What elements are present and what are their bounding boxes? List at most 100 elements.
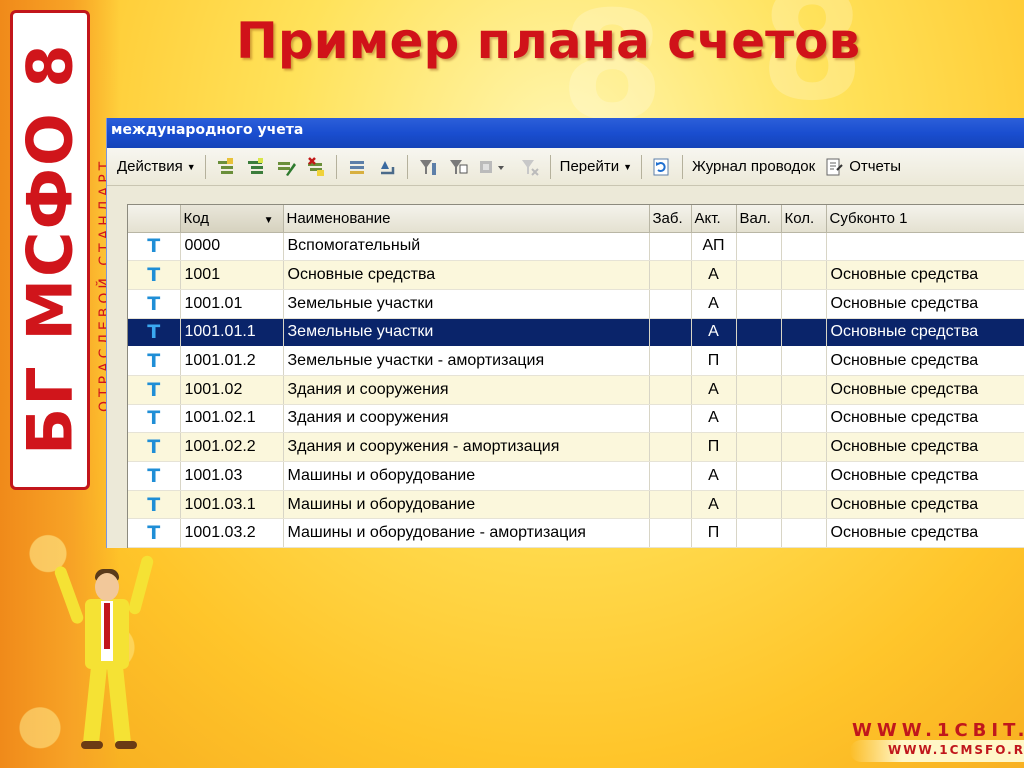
window-titlebar[interactable]: международного учета xyxy=(107,118,1024,148)
actions-menu-button[interactable]: Действия ▼ xyxy=(113,153,200,181)
offbalance-cell[interactable] xyxy=(649,346,692,376)
offbalance-cell[interactable] xyxy=(649,432,692,462)
account-name-cell[interactable]: Земельные участки xyxy=(283,318,650,348)
account-name-cell[interactable]: Здания и сооружения - амортизация xyxy=(283,432,650,462)
account-name-cell[interactable]: Земельные участки - амортизация xyxy=(283,346,650,376)
table-row[interactable]: T 1001.01 Земельные участки А Основные средс… xyxy=(128,289,1024,319)
quantity-cell[interactable] xyxy=(781,404,827,434)
subconto1-cell[interactable]: Основные средства xyxy=(826,260,1024,290)
currency-cell[interactable] xyxy=(736,518,782,548)
table-row[interactable]: T 1001.01.1 Земельные участки А Основные сре… xyxy=(128,318,1024,348)
column-header-active[interactable]: Акт. xyxy=(691,205,737,233)
report-icon[interactable] xyxy=(822,155,846,179)
active-passive-cell[interactable]: А xyxy=(691,375,737,405)
quantity-cell[interactable] xyxy=(781,490,827,520)
account-code-cell[interactable]: 1001.03 xyxy=(180,461,284,491)
account-name-cell[interactable]: Машины и оборудование xyxy=(283,461,650,491)
subconto1-cell[interactable]: Основные средства xyxy=(826,518,1024,548)
subconto1-cell[interactable]: Основные средства xyxy=(826,404,1024,434)
goto-menu-button[interactable]: Перейти ▼ xyxy=(556,153,636,181)
clear-filter-icon[interactable] xyxy=(518,155,542,179)
account-code-cell[interactable]: 1001.01 xyxy=(180,289,284,319)
accounts-table[interactable]: Код ▼ Наименование Заб. Акт. Вал. Кол. Су… xyxy=(127,204,1024,548)
active-passive-cell[interactable]: АП xyxy=(691,232,737,262)
currency-cell[interactable] xyxy=(736,260,782,290)
currency-cell[interactable] xyxy=(736,318,782,348)
account-name-cell[interactable]: Основные средства xyxy=(283,260,650,290)
currency-cell[interactable] xyxy=(736,490,782,520)
quantity-cell[interactable] xyxy=(781,461,827,491)
level-up-icon[interactable] xyxy=(375,155,399,179)
subconto1-cell[interactable]: Основные средства xyxy=(826,432,1024,462)
account-type-icon[interactable]: T xyxy=(128,289,181,319)
edit-icon[interactable] xyxy=(274,155,298,179)
active-passive-cell[interactable]: А xyxy=(691,404,737,434)
column-header-offbalance[interactable]: Заб. xyxy=(649,205,692,233)
table-row[interactable]: T 1001.02 Здания и сооружения А Основные сре… xyxy=(128,375,1024,405)
account-type-icon[interactable]: T xyxy=(128,490,181,520)
active-passive-cell[interactable]: А xyxy=(691,289,737,319)
account-type-icon[interactable]: T xyxy=(128,375,181,405)
account-type-icon[interactable]: T xyxy=(128,232,181,262)
subconto1-cell[interactable]: Основные средства xyxy=(826,461,1024,491)
quantity-cell[interactable] xyxy=(781,518,827,548)
account-name-cell[interactable]: Машины и оборудование xyxy=(283,490,650,520)
filter-icon[interactable] xyxy=(416,155,440,179)
offbalance-cell[interactable] xyxy=(649,375,692,405)
account-code-cell[interactable]: 1001.01.2 xyxy=(180,346,284,376)
account-type-icon[interactable]: T xyxy=(128,346,181,376)
table-row[interactable]: T 1001.03.1 Машины и оборудование А Основные… xyxy=(128,490,1024,520)
column-header-name[interactable]: Наименование xyxy=(283,205,650,233)
offbalance-cell[interactable] xyxy=(649,518,692,548)
active-passive-cell[interactable]: П xyxy=(691,346,737,376)
account-type-icon[interactable]: T xyxy=(128,461,181,491)
account-code-cell[interactable]: 1001.02.2 xyxy=(180,432,284,462)
account-code-cell[interactable]: 1001.03.2 xyxy=(180,518,284,548)
subconto1-cell[interactable]: Основные средства xyxy=(826,346,1024,376)
account-type-icon[interactable]: T xyxy=(128,404,181,434)
column-header-subconto1[interactable]: Субконто 1 xyxy=(826,205,1024,233)
account-code-cell[interactable]: 1001.01.1 xyxy=(180,318,284,348)
account-name-cell[interactable]: Вспомогательный xyxy=(283,232,650,262)
account-code-cell[interactable]: 1001.03.1 xyxy=(180,490,284,520)
table-row[interactable]: T 1001.03.2 Машины и оборудование - аморти… xyxy=(128,518,1024,548)
quantity-cell[interactable] xyxy=(781,432,827,462)
quantity-cell[interactable] xyxy=(781,289,827,319)
website-url-secondary[interactable]: WWW.1CMSFO.RU xyxy=(850,740,1024,762)
offbalance-cell[interactable] xyxy=(649,318,692,348)
active-passive-cell[interactable]: А xyxy=(691,461,737,491)
refresh-icon[interactable] xyxy=(650,155,674,179)
account-code-cell[interactable]: 0000 xyxy=(180,232,284,262)
quantity-cell[interactable] xyxy=(781,346,827,376)
quantity-cell[interactable] xyxy=(781,260,827,290)
account-code-cell[interactable]: 1001 xyxy=(180,260,284,290)
table-row[interactable]: T 1001.02.1 Здания и сооружения А Основные с… xyxy=(128,404,1024,434)
account-code-cell[interactable]: 1001.02.1 xyxy=(180,404,284,434)
column-header-quantity[interactable]: Кол. xyxy=(781,205,827,233)
table-row[interactable]: T 1001 Основные средства А Основные средства xyxy=(128,260,1024,290)
add-group-icon[interactable] xyxy=(244,155,268,179)
journal-button[interactable]: Журнал проводок xyxy=(688,153,819,181)
offbalance-cell[interactable] xyxy=(649,289,692,319)
account-name-cell[interactable]: Машины и оборудование - амортизация xyxy=(283,518,650,548)
currency-cell[interactable] xyxy=(736,232,782,262)
filter-history-icon[interactable] xyxy=(476,155,512,179)
account-type-icon[interactable]: T xyxy=(128,318,181,348)
subconto1-cell[interactable]: Основные средства xyxy=(826,490,1024,520)
active-passive-cell[interactable]: А xyxy=(691,260,737,290)
currency-cell[interactable] xyxy=(736,375,782,405)
filter-by-value-icon[interactable] xyxy=(446,155,470,179)
hierarchy-icon[interactable] xyxy=(345,155,369,179)
quantity-cell[interactable] xyxy=(781,232,827,262)
currency-cell[interactable] xyxy=(736,404,782,434)
offbalance-cell[interactable] xyxy=(649,260,692,290)
currency-cell[interactable] xyxy=(736,289,782,319)
column-header-currency[interactable]: Вал. xyxy=(736,205,782,233)
column-header-code[interactable]: Код ▼ xyxy=(180,205,284,233)
website-url-main[interactable]: WWW.1CBIT. xyxy=(852,720,1024,741)
account-code-cell[interactable]: 1001.02 xyxy=(180,375,284,405)
active-passive-cell[interactable]: П xyxy=(691,518,737,548)
active-passive-cell[interactable]: П xyxy=(691,432,737,462)
table-row[interactable]: T 0000 Вспомогательный АП xyxy=(128,232,1024,262)
subconto1-cell[interactable]: Основные средства xyxy=(826,318,1024,348)
